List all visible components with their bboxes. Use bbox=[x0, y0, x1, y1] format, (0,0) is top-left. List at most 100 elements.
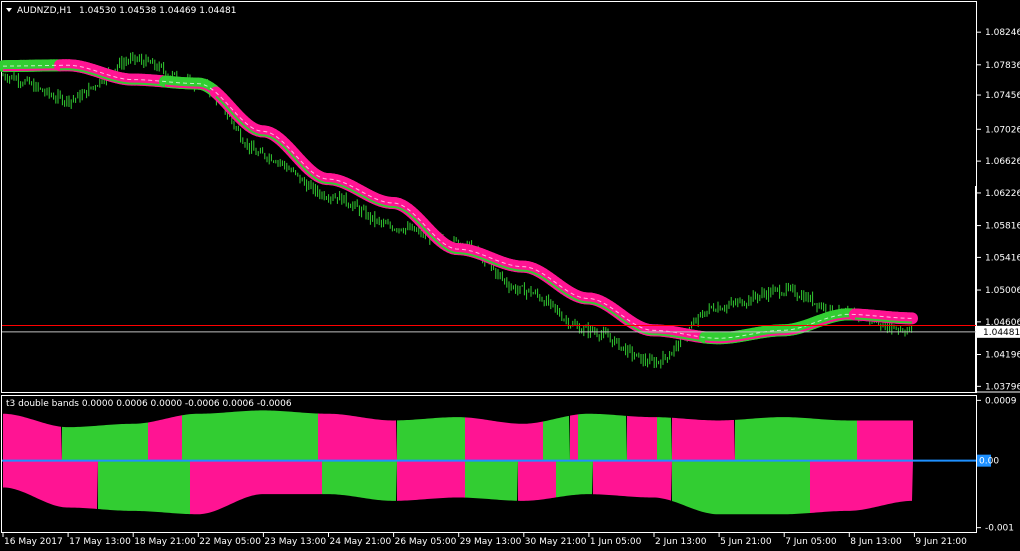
band-edge bbox=[590, 301, 595, 305]
band-edge bbox=[752, 336, 757, 339]
triangle-down-icon[interactable] bbox=[6, 8, 12, 12]
band-edge bbox=[494, 262, 499, 266]
band-edge bbox=[482, 257, 487, 262]
band-edge bbox=[449, 250, 454, 254]
trading-chart[interactable]: 1.08246 1.07836 1.07456 1.07026 1.06626 1.062… bbox=[0, 0, 1020, 551]
band-edge bbox=[800, 329, 805, 333]
band-edge bbox=[644, 332, 649, 335]
band-edge bbox=[317, 179, 322, 183]
band-edge bbox=[86, 71, 91, 75]
time-tick-label: 7 Jun 05:00 bbox=[785, 537, 837, 547]
band-edge bbox=[200, 86, 205, 90]
band-edge bbox=[104, 76, 109, 80]
band-edge bbox=[446, 248, 451, 253]
band-edge bbox=[683, 337, 688, 340]
band-edge bbox=[497, 263, 502, 267]
band-edge bbox=[689, 338, 694, 341]
upper-histogram-block bbox=[148, 415, 182, 461]
band-edge bbox=[533, 272, 538, 276]
band-edge bbox=[368, 198, 373, 202]
band-centerline bbox=[2, 64, 913, 339]
time-tick-label: 1 Jun 05:00 bbox=[590, 537, 642, 547]
band-edge bbox=[599, 304, 604, 308]
band-edge bbox=[827, 320, 832, 323]
band-edge bbox=[464, 252, 469, 256]
band-edge bbox=[509, 267, 514, 271]
band-edge bbox=[830, 319, 835, 323]
lower-histogram-block bbox=[322, 460, 397, 501]
price-tick-label: 1.07836 bbox=[985, 61, 1020, 71]
lower-histogram-block bbox=[190, 460, 322, 515]
band-edge bbox=[119, 81, 124, 84]
band-edge bbox=[821, 322, 826, 325]
ohlc-values: 1.04530 1.04538 1.04469 1.04481 bbox=[79, 6, 236, 16]
band-edge bbox=[740, 338, 745, 341]
upper-histogram-block bbox=[578, 413, 627, 461]
band-edge bbox=[338, 183, 343, 187]
time-tick-label: 18 May 21:00 bbox=[134, 537, 196, 547]
upper-histogram-block bbox=[672, 417, 735, 461]
band-edge bbox=[113, 79, 118, 83]
band-edge bbox=[692, 338, 697, 342]
price-tick-label: 1.04196 bbox=[985, 351, 1020, 361]
band-edge bbox=[116, 80, 121, 84]
band-edge bbox=[500, 265, 505, 268]
band-edge bbox=[254, 132, 259, 136]
band-edge bbox=[473, 254, 478, 258]
band-edge bbox=[332, 182, 337, 186]
time-tick-label: 29 May 13:00 bbox=[460, 537, 522, 547]
time-tick-label: 26 May 05:00 bbox=[395, 537, 457, 547]
lower-histogram-block bbox=[672, 460, 810, 515]
time-tick-label: 22 May 05:00 bbox=[199, 537, 261, 547]
band-edge bbox=[635, 328, 640, 332]
band-edge bbox=[476, 255, 481, 259]
lower-histogram-block bbox=[397, 460, 465, 501]
price-tick-label: 1.05006 bbox=[985, 286, 1020, 296]
upper-histogram-block bbox=[570, 414, 578, 461]
band-edge bbox=[686, 337, 691, 341]
band-edge bbox=[506, 267, 511, 270]
band-edge bbox=[818, 323, 823, 327]
band-edge bbox=[806, 327, 811, 331]
time-tick-label: 16 May 2017 bbox=[4, 537, 63, 547]
band-edge bbox=[749, 336, 754, 340]
band-edge bbox=[596, 303, 601, 307]
band-edge bbox=[350, 189, 355, 193]
band-edge bbox=[581, 300, 586, 304]
band-edge bbox=[746, 337, 751, 340]
band-edge bbox=[677, 335, 682, 339]
band-edge bbox=[269, 135, 274, 140]
band-edge bbox=[470, 253, 475, 257]
band-edge bbox=[257, 133, 262, 137]
band-edge bbox=[488, 260, 493, 264]
band-edge bbox=[452, 251, 457, 254]
upper-histogram-block bbox=[627, 415, 657, 461]
time-tick-label: 17 May 13:00 bbox=[69, 537, 131, 547]
lower-histogram-block bbox=[3, 460, 98, 509]
price-tick-label: 1.07456 bbox=[985, 91, 1020, 101]
band-edge bbox=[374, 201, 379, 205]
indicator-title: t3 double bands 0.0000 0.0006 0.0000 -0.… bbox=[6, 399, 292, 409]
band-edge bbox=[383, 204, 388, 208]
band-edge bbox=[98, 75, 103, 78]
lower-histogram-block bbox=[465, 460, 518, 501]
upper-histogram-block bbox=[62, 422, 148, 461]
time-tick-label: 23 May 13:00 bbox=[264, 537, 326, 547]
upper-histogram-block bbox=[397, 417, 465, 461]
band-edge bbox=[803, 328, 808, 332]
indicator-histogram bbox=[2, 410, 976, 515]
band-edge bbox=[101, 75, 106, 79]
indicator-tick-label: -0.001 bbox=[985, 524, 1014, 534]
band-edge bbox=[791, 331, 796, 335]
band-edge bbox=[527, 270, 532, 273]
time-tick-label: 5 Jun 21:00 bbox=[720, 537, 772, 547]
upper-histogram-block bbox=[465, 417, 543, 461]
upper-histogram-block bbox=[735, 417, 857, 461]
band-edge bbox=[341, 185, 346, 189]
time-tick-label: 8 Jun 13:00 bbox=[850, 537, 902, 547]
band-edge bbox=[380, 203, 385, 207]
t3-bands-layer bbox=[0, 59, 918, 345]
upper-histogram-block bbox=[657, 417, 672, 461]
band-edge bbox=[80, 69, 85, 73]
band-edge bbox=[83, 70, 88, 74]
